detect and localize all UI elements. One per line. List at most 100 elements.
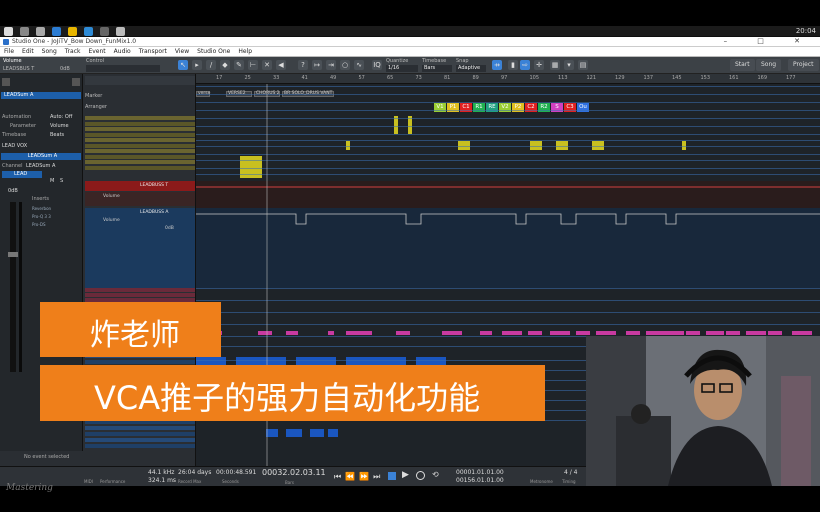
channel-value[interactable]: LEADSum A [26,163,55,169]
listen-tool-icon[interactable]: ◀ [276,60,286,70]
stop-icon[interactable] [388,472,396,480]
menu-transport[interactable]: Transport [139,47,167,56]
latency: 324.1 ms [148,477,177,484]
snap-cursor-icon[interactable]: ✛ [534,60,544,70]
timebase-label-inspector: Timebase [2,132,27,138]
control-field[interactable] [86,65,160,72]
timebase-select[interactable]: Bars [422,65,452,72]
follow-icon[interactable]: ↦ [312,60,322,70]
track-row[interactable] [85,143,195,148]
bus-region [196,181,820,209]
studio-one-taskbar-icon[interactable] [116,27,125,36]
app-icon[interactable] [100,27,109,36]
snap-toggle-icon[interactable]: ⇸ [492,60,502,70]
insert-slot-2[interactable]: Pro-Q 3 3 [30,214,80,219]
snap-event-icon[interactable]: ⇨ [520,60,530,70]
insert-slot-3[interactable]: Pro-DS [30,222,80,227]
mute-tool-icon[interactable]: ✕ [262,60,272,70]
seconds-display: 00:00:48.591 [216,469,257,476]
track-row[interactable] [85,160,195,164]
fader-handle[interactable] [8,252,18,257]
track-row[interactable] [85,154,195,159]
range-tool-icon[interactable]: ▸ [192,60,202,70]
edge-icon[interactable] [52,27,61,36]
channel-title: LEADSum A [1,153,81,160]
arranger-track-label: Arranger [85,104,107,110]
track-row[interactable] [85,132,195,137]
menu-view[interactable]: View [175,47,189,56]
track-row[interactable] [85,116,195,120]
windows-taskbar: 20:04 [0,26,820,37]
track-row[interactable] [85,149,195,153]
menu-file[interactable]: File [4,47,14,56]
inspector-track-title[interactable]: LEADSum A [1,92,81,99]
track-row[interactable] [85,444,195,448]
loop-transport-icon[interactable]: ⟲ [432,470,439,479]
track-row[interactable] [85,165,195,170]
insert-slot-1[interactable]: Reverbon [30,206,80,211]
search-icon[interactable] [20,27,29,36]
track-row[interactable] [85,432,195,436]
volume-fader[interactable] [10,202,16,372]
vca-track[interactable]: LEADBUSS A Volume 0dB [85,208,195,288]
record-icon[interactable] [416,471,425,480]
windows-start-icon[interactable] [4,27,13,36]
arrow-tool-icon[interactable]: ↖ [178,60,188,70]
lead-vox-folder[interactable]: LEAD VOX [2,143,27,149]
track-row[interactable] [85,360,195,364]
toolbar-volume-value: 0dB [60,66,70,72]
window-controls[interactable]: – □ ✕ [724,37,814,45]
parameter-value[interactable]: Volume [50,123,69,129]
info-icon[interactable] [72,78,80,86]
menu-edit[interactable]: Edit [22,47,34,56]
menu-track[interactable]: Track [65,47,81,56]
split-tool-icon[interactable]: / [206,60,216,70]
menu-help[interactable]: Help [238,47,252,56]
arrow-down-icon[interactable]: ▾ [564,60,574,70]
zoom-icon[interactable]: ○ [340,60,350,70]
track-row[interactable] [85,293,195,297]
solo-button[interactable]: S [60,178,63,184]
record-days: 26:04 days [178,469,212,476]
pencil-tool-icon[interactable]: ✎ [234,60,244,70]
inspector-icon[interactable] [2,78,10,86]
help-icon[interactable]: ? [298,60,308,70]
webcam-image [586,336,820,486]
automation-value[interactable]: Auto: Off [50,114,72,120]
loop-icon[interactable]: ∿ [354,60,364,70]
autoscroll-icon[interactable]: ⇥ [326,60,336,70]
menu-song[interactable]: Song [42,47,57,56]
track-row[interactable] [85,288,195,292]
store-icon[interactable] [84,27,93,36]
menu-studio-one[interactable]: Studio One [197,47,230,56]
menu-event[interactable]: Event [88,47,105,56]
project-button[interactable]: Project [788,59,819,71]
quantize-icon[interactable]: IQ [372,60,382,70]
folder-icon[interactable] [68,27,77,36]
save-icon[interactable]: ▤ [578,60,588,70]
menu-audio[interactable]: Audio [114,47,131,56]
snap-label: Snap [456,58,469,64]
track-row[interactable] [85,127,195,131]
timebase-value-inspector[interactable]: Beats [50,132,64,138]
snap-select[interactable]: Adaptive [456,65,486,72]
task-view-icon[interactable] [36,27,45,36]
bend-tool-icon[interactable]: ⊢ [248,60,258,70]
track-row[interactable] [85,426,195,430]
track-row[interactable] [85,438,195,442]
status-text: No event selected [24,454,70,460]
mute-button[interactable]: M [50,178,54,184]
eraser-tool-icon[interactable]: ◆ [220,60,230,70]
play-icon[interactable]: ▶ [402,470,409,480]
snap-grid-icon[interactable]: ▮ [508,60,518,70]
grid-view-icon[interactable]: ▦ [550,60,560,70]
song-button[interactable]: Song [756,59,782,71]
transport-rewind-icon[interactable]: ⏮⏪⏩⏭ [334,472,384,482]
start-button[interactable]: Start [730,59,755,71]
bus-track-row[interactable]: LEADBUSS T [85,181,195,191]
marker-track-label: Marker [85,93,103,99]
quantize-select[interactable]: 1/16 [386,65,418,72]
track-row[interactable] [85,138,195,142]
vca-volume-db: 0dB [165,226,174,231]
track-row[interactable] [85,121,195,126]
